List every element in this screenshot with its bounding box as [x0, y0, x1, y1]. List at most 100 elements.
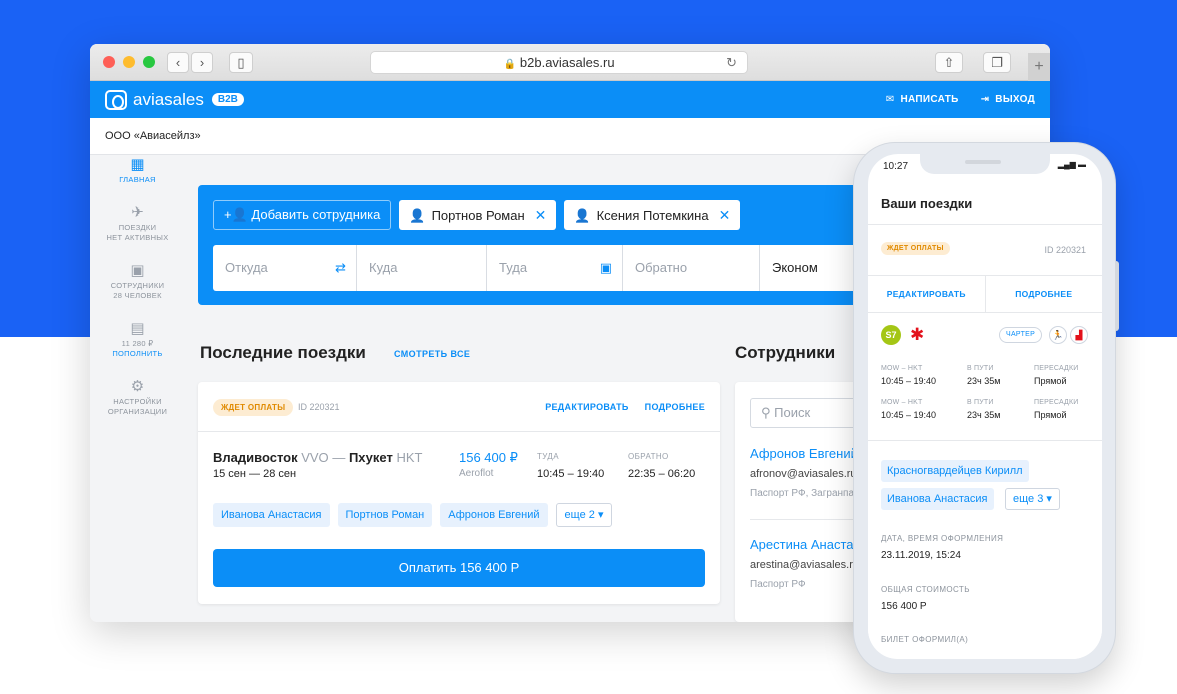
phone-screen: 10:27 ▂▄▆ ▬ Ваши поездки ЖДЕТ ОПЛАТЫ ID …: [868, 154, 1102, 659]
passenger-tag[interactable]: Афронов Евгений: [440, 503, 548, 527]
wallet-icon: ▤: [130, 320, 145, 337]
add-employee-button[interactable]: +👤 Добавить сотрудника: [213, 200, 392, 230]
plane-icon: ✈: [131, 204, 144, 221]
new-tab-button[interactable]: +: [1028, 53, 1050, 81]
edit-button[interactable]: РЕДАКТИРОВАТЬ: [868, 276, 986, 312]
trip-card: ЖДЕТ ОПЛАТЫ ID 220321 РЕДАКТИРОВАТЬ ПОДР…: [198, 382, 720, 604]
sidebar: ▦ ГЛАВНАЯ ✈ ПОЕЗДКИ НЕТ АКТИВНЫХ ▣ СОТРУД…: [90, 155, 185, 435]
signal-battery-icon: ▂▄▆ ▬: [1057, 160, 1086, 169]
add-user-icon: +👤: [224, 207, 252, 222]
employee-email: arestina@aviasales.ru: [750, 559, 859, 571]
sidebar-item-employees[interactable]: ▣ СОТРУДНИКИ 28 ЧЕЛОВЕК: [90, 261, 185, 301]
forward-button[interactable]: ›: [191, 52, 213, 73]
details-link[interactable]: ПОДРОБНЕЕ: [645, 402, 705, 412]
swap-icon[interactable]: ⇄: [335, 245, 346, 291]
close-icon[interactable]: ✕: [719, 207, 731, 223]
employee-email: afronov@aviasales.ru: [750, 468, 857, 480]
return-date-field[interactable]: Обратно: [623, 245, 760, 291]
dashboard-icon: ▦: [130, 156, 145, 173]
url-text: b2b.aviasales.ru: [519, 55, 615, 70]
calendar-icon: ▣: [599, 260, 612, 275]
there-time: 10:45 – 19:40: [537, 468, 605, 480]
trip-id: ID 220321: [1044, 245, 1086, 255]
destination-field[interactable]: Куда: [357, 245, 487, 291]
folder-user-icon: ▣: [130, 262, 145, 279]
search-icon: ⚲: [761, 405, 775, 420]
class-select[interactable]: Эконом: [760, 245, 860, 291]
b2b-badge: B2B: [211, 93, 244, 106]
trip-id: ID 220321: [298, 402, 340, 412]
there-label: ТУДА: [537, 452, 559, 461]
reload-icon[interactable]: ↻: [726, 52, 737, 73]
logout-button[interactable]: ⇥ ВЫХОД: [981, 94, 1035, 105]
tabs-icon[interactable]: ❐: [983, 52, 1011, 73]
address-bar[interactable]: 🔒 b2b.aviasales.ru ↻: [370, 51, 748, 74]
total-cost-label: ОБЩАЯ СТОИМОСТЬ: [881, 585, 970, 594]
person-icon: 👤: [409, 208, 426, 223]
phone-side-button: [1115, 261, 1119, 331]
recent-trips-title: Последние поездки: [200, 343, 366, 362]
back-label: ОБРАТНО: [628, 452, 669, 461]
write-button[interactable]: ✉ НАПИСАТЬ: [886, 94, 959, 105]
employees-title: Сотрудники: [735, 343, 836, 362]
employee-name[interactable]: Афронов Евгений: [750, 446, 858, 461]
browser-toolbar: ‹ › ▯ 🔒 b2b.aviasales.ru ↻ ⇧ ❐ +: [90, 44, 1050, 81]
close-window-button[interactable]: [103, 56, 115, 68]
search-form: +👤 Добавить сотрудника 👤 Портнов Роман ✕ 👤…: [198, 185, 868, 305]
phone-mockup: 10:27 ▂▄▆ ▬ Ваши поездки ЖДЕТ ОПЛАТЫ ID …: [853, 142, 1119, 674]
person-icon: 👤: [574, 208, 591, 223]
more-passengers-button[interactable]: еще 3 ▾: [1005, 488, 1060, 510]
issue-date-label: ДАТА, ВРЕМЯ ОФОРМЛЕНИЯ: [881, 534, 1004, 543]
depart-date-field[interactable]: Туда ▣: [487, 245, 623, 291]
mail-icon: ✉: [885, 94, 895, 105]
sidebar-item-home[interactable]: ▦ ГЛАВНАЯ: [90, 155, 185, 185]
top-up-link[interactable]: ПОПОЛНИТЬ: [112, 349, 162, 358]
total-cost-value: 156 400 Р: [881, 601, 927, 612]
sidebar-toggle-icon[interactable]: ▯: [229, 52, 253, 73]
lock-icon: 🔒: [503, 59, 516, 70]
chevron-down-icon: ▾: [597, 509, 604, 521]
details-button[interactable]: ПОДРОБНЕЕ: [986, 276, 1103, 312]
app-header: aviasales B2B ✉ НАПИСАТЬ ⇥ ВЫХОД: [90, 81, 1050, 118]
aviasales-logo-icon: [105, 89, 127, 110]
passenger-tag[interactable]: Иванова Анастасия: [213, 503, 330, 527]
seat-icon: ▟: [1070, 326, 1088, 344]
maximize-window-button[interactable]: [143, 56, 155, 68]
org-name[interactable]: ООО «Авиасейлз»: [105, 130, 201, 142]
divider: [868, 440, 1102, 441]
sidebar-item-balance[interactable]: ▤ 11 280 ₽ ПОПОЛНИТЬ: [90, 319, 185, 359]
status-badge: ЖДЕТ ОПЛАТЫ: [213, 399, 294, 416]
sidebar-item-trips[interactable]: ✈ ПОЕЗДКИ НЕТ АКТИВНЫХ: [90, 203, 185, 243]
logo-text: aviasales: [133, 89, 204, 109]
share-icon[interactable]: ⇧: [935, 52, 963, 73]
phone-page-title: Ваши поездки: [881, 196, 973, 211]
phone-notch: [920, 154, 1050, 174]
trip-route: Владивосток VVO — Пхукет HKT: [213, 450, 423, 465]
close-icon[interactable]: ✕: [535, 207, 547, 223]
phone-trip-card: ЖДЕТ ОПЛАТЫ ID 220321 РЕДАКТИРОВАТЬ ПОДР…: [868, 224, 1102, 659]
sidebar-item-settings[interactable]: ⚙ НАСТРОЙКИ ОРГАНИЗАЦИИ: [90, 377, 185, 417]
origin-field[interactable]: Откуда ⇄: [213, 245, 357, 291]
passenger-tag[interactable]: Красногвардейцев Кирилл: [881, 460, 1029, 482]
charter-badge: ЧАРТЕР: [999, 327, 1043, 343]
passenger-tag[interactable]: Портнов Роман: [337, 503, 433, 527]
chevron-down-icon: ▾: [1046, 493, 1052, 505]
pay-button[interactable]: Оплатить 156 400 Р: [213, 549, 705, 587]
settings-icon: ⚙: [130, 378, 145, 395]
back-time: 22:35 – 06:20: [628, 468, 696, 480]
logout-icon: ⇥: [980, 94, 990, 105]
edit-link[interactable]: РЕДАКТИРОВАТЬ: [545, 402, 628, 412]
see-all-link[interactable]: СМОТРЕТЬ ВСЕ: [394, 349, 470, 359]
passenger-chip[interactable]: 👤 Портнов Роман ✕: [399, 200, 557, 230]
s7-logo: S7: [881, 325, 901, 345]
passenger-chip[interactable]: 👤 Ксения Потемкина ✕: [564, 200, 741, 230]
issue-date-value: 23.11.2019, 15:24: [881, 550, 961, 561]
more-passengers-button[interactable]: еще 2 ▾: [555, 503, 613, 527]
airline-name: Aeroflot: [459, 468, 494, 479]
minimize-window-button[interactable]: [123, 56, 135, 68]
trip-price: 156 400 ₽: [459, 450, 518, 465]
back-button[interactable]: ‹: [167, 52, 189, 73]
passenger-tag[interactable]: Иванова Анастасия: [881, 488, 994, 510]
logo[interactable]: aviasales B2B: [105, 89, 244, 110]
trip-dates: 15 сен — 28 сен: [213, 468, 297, 480]
